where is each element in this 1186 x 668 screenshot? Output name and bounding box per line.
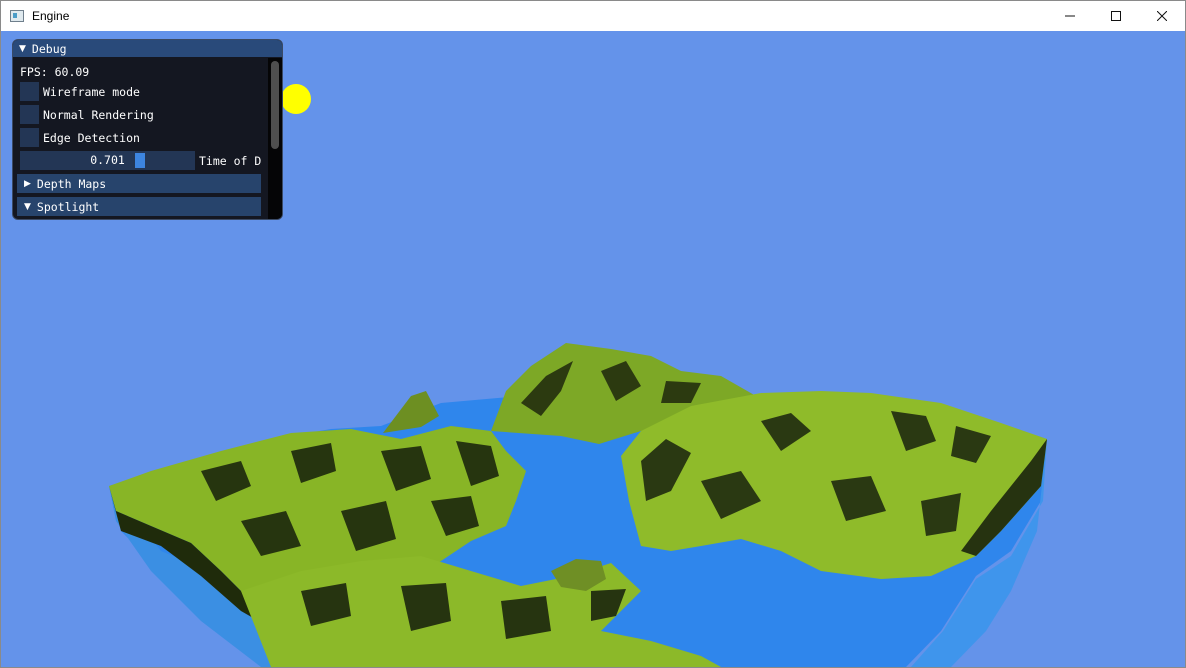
depth-maps-label: Depth Maps (36, 176, 107, 191)
edge-detection-row: Edge Detection (20, 126, 282, 149)
window-controls (1047, 1, 1185, 31)
sun-marker (281, 84, 311, 114)
depth-maps-header[interactable]: ▶ Depth Maps (17, 174, 261, 193)
debug-panel-title: Debug (31, 41, 67, 56)
depth-maps-row: ▶ Depth Maps (17, 172, 282, 195)
wireframe-checkbox[interactable] (20, 82, 39, 101)
close-button[interactable] (1139, 1, 1185, 31)
edge-detection-checkbox[interactable] (20, 128, 39, 147)
fps-readout: FPS: 60.09 (20, 64, 90, 79)
spotlight-header[interactable]: ▼ Spotlight (17, 197, 261, 216)
render-viewport[interactable]: ▼ Debug FPS: 60.09 Wireframe mode Normal… (1, 31, 1185, 667)
app-icon (10, 10, 24, 22)
debug-panel-body: FPS: 60.09 Wireframe mode Normal Renderi… (13, 57, 282, 218)
title-bar[interactable]: Engine (1, 1, 1185, 31)
minimize-icon (1065, 15, 1075, 17)
close-icon (1157, 11, 1167, 21)
window-title: Engine (32, 9, 70, 23)
time-of-day-row: 0.701 Time of D (20, 149, 282, 172)
wireframe-row: Wireframe mode (20, 80, 282, 103)
wireframe-label[interactable]: Wireframe mode (43, 85, 140, 99)
triangle-down-icon[interactable]: ▼ (19, 44, 26, 54)
debug-panel-title-bar[interactable]: ▼ Debug (13, 40, 282, 57)
time-of-day-label: Time of D (199, 153, 262, 168)
debug-panel[interactable]: ▼ Debug FPS: 60.09 Wireframe mode Normal… (12, 39, 283, 220)
maximize-button[interactable] (1093, 1, 1139, 31)
scrollbar-thumb[interactable] (271, 61, 279, 149)
normal-rendering-label[interactable]: Normal Rendering (43, 108, 154, 122)
edge-detection-label[interactable]: Edge Detection (43, 131, 140, 145)
debug-panel-scrollbar[interactable] (268, 58, 282, 219)
triangle-right-icon: ▶ (24, 178, 31, 189)
normal-rendering-row: Normal Rendering (20, 103, 282, 126)
maximize-icon (1111, 11, 1121, 21)
application-window: Engine ▼ Debug FPS: 60.09 Wireframe mode… (0, 0, 1186, 668)
spotlight-row: ▼ Spotlight (17, 195, 282, 218)
normal-rendering-checkbox[interactable] (20, 105, 39, 124)
time-of-day-slider[interactable]: 0.701 (20, 151, 195, 170)
spotlight-label: Spotlight (36, 199, 100, 214)
triangle-down-icon: ▼ (24, 201, 31, 212)
slider-value: 0.701 (90, 153, 125, 167)
minimize-button[interactable] (1047, 1, 1093, 31)
